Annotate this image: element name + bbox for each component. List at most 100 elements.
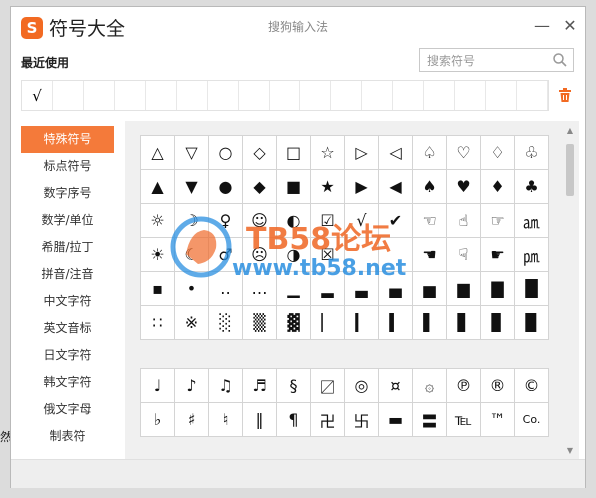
symbol-cell[interactable]: ▉ [515,306,549,340]
recent-symbol-cell[interactable] [455,81,487,110]
symbol-cell[interactable]: ♢ [481,136,515,170]
symbol-cell[interactable]: ℡ [447,403,481,437]
symbol-cell[interactable] [345,238,379,272]
symbol-cell[interactable]: ◁ [379,136,413,170]
symbol-cell[interactable]: ▁ [277,272,311,306]
symbol-cell[interactable]: ☜ [413,204,447,238]
symbol-cell[interactable]: ▷ [345,136,379,170]
symbol-cell[interactable]: ♧ [515,136,549,170]
symbol-cell[interactable]: ㏘ [515,238,549,272]
symbol-cell[interactable]: § [277,369,311,403]
symbol-cell[interactable]: ‥ [209,272,243,306]
symbol-cell[interactable]: ▇ [481,272,515,306]
close-button[interactable]: ✕ [559,15,581,37]
symbol-cell[interactable]: ◆ [243,170,277,204]
symbol-cell[interactable]: ™ [481,403,515,437]
symbol-cell[interactable]: ▂ [311,272,345,306]
symbol-cell[interactable]: ♪ [175,369,209,403]
symbol-cell[interactable]: ♯ [175,403,209,437]
sidebar-item[interactable]: 标点符号 [21,153,114,180]
recent-symbol-cell[interactable] [486,81,517,110]
symbol-cell[interactable]: ♤ [413,136,447,170]
symbol-cell[interactable]: ☹ [243,238,277,272]
symbol-cell[interactable]: ▲ [141,170,175,204]
recent-symbol-cell[interactable] [208,81,239,110]
symbol-cell[interactable]: ® [481,369,515,403]
scroll-down-icon[interactable]: ▼ [565,446,575,456]
recent-symbol-cell[interactable] [300,81,332,110]
symbol-cell[interactable]: ▬ [379,403,413,437]
symbol-cell[interactable]: ¶ [277,403,311,437]
symbol-cell[interactable]: ░ [209,306,243,340]
symbol-cell[interactable]: ▌ [413,306,447,340]
symbol-cell[interactable]: ◎ [345,369,379,403]
symbol-cell[interactable]: ☑ [311,204,345,238]
symbol-cell[interactable]: 〼 [311,369,345,403]
sidebar-item[interactable]: 中文字符 [21,288,114,315]
recent-symbol-cell[interactable] [362,81,394,110]
recent-symbol-cell[interactable] [84,81,115,110]
symbol-cell[interactable]: ▼ [175,170,209,204]
symbol-cell[interactable]: ☟ [447,238,481,272]
symbol-cell[interactable]: ♥ [447,170,481,204]
symbol-cell[interactable]: ♡ [447,136,481,170]
sidebar-item[interactable]: 拼音/注音 [21,261,114,288]
symbol-cell[interactable]: ☆ [311,136,345,170]
symbol-cell[interactable]: ▄ [379,272,413,306]
sidebar-item[interactable]: 日文字符 [21,342,114,369]
recent-symbol-cell[interactable] [177,81,208,110]
recent-symbol-cell[interactable] [270,81,301,110]
recent-symbol-cell[interactable] [239,81,270,110]
recent-symbol-cell[interactable]: √ [22,81,53,110]
recent-symbol-cell[interactable] [393,81,425,110]
symbol-cell[interactable]: ○ [209,136,243,170]
symbol-cell[interactable]: √ [345,204,379,238]
sidebar-item[interactable]: 英文音标 [21,315,114,342]
recent-symbol-cell[interactable] [517,81,548,110]
symbol-cell[interactable]: ▏ [311,306,345,340]
symbol-cell[interactable]: ● [209,170,243,204]
symbol-cell[interactable]: ※ [175,306,209,340]
symbol-cell[interactable]: ★ [311,170,345,204]
symbol-cell[interactable]: ▶ [345,170,379,204]
symbol-cell[interactable]: ¤ [379,369,413,403]
symbol-cell[interactable]: ♩ [141,369,175,403]
symbol-cell[interactable]: ☼ [141,204,175,238]
symbol-cell[interactable]: ▪ [141,272,175,306]
symbol-cell[interactable]: ☚ [413,238,447,272]
symbol-cell[interactable]: ☾ [175,238,209,272]
symbol-cell[interactable]: ☝ [447,204,481,238]
symbol-cell[interactable]: 卍 [311,403,345,437]
symbol-cell[interactable]: ▒ [243,306,277,340]
recent-symbol-cell[interactable] [115,81,146,110]
symbol-cell[interactable]: ♬ [243,369,277,403]
symbol-cell[interactable]: ▃ [345,272,379,306]
symbol-cell[interactable]: ▅ [413,272,447,306]
symbol-cell[interactable]: ◇ [243,136,277,170]
symbol-cell[interactable]: ♭ [141,403,175,437]
symbol-cell[interactable]: ∷ [141,306,175,340]
symbol-cell[interactable]: ☽ [175,204,209,238]
symbol-cell[interactable]: ♣ [515,170,549,204]
symbol-cell[interactable]: ♦ [481,170,515,204]
symbol-cell[interactable]: ℗ [447,369,481,403]
symbol-cell[interactable]: ♂ [209,238,243,272]
vertical-scrollbar[interactable]: ▲ ▼ [563,126,577,456]
recent-symbol-cell[interactable] [146,81,177,110]
symbol-cell[interactable]: ‖ [243,403,277,437]
symbol-cell[interactable]: ■ [277,170,311,204]
symbol-cell[interactable]: ▆ [447,272,481,306]
sidebar-item[interactable]: 韩文字符 [21,369,114,396]
recent-symbol-cell[interactable] [53,81,84,110]
symbol-cell[interactable]: ✔ [379,204,413,238]
sidebar-item[interactable]: 制表符 [21,423,114,450]
scroll-thumb[interactable] [566,144,574,196]
symbol-cell[interactable]: ▓ [277,306,311,340]
symbol-cell[interactable]: ۞ [413,369,447,403]
symbol-cell[interactable]: █ [515,272,549,306]
symbol-cell[interactable]: ♀ [209,204,243,238]
symbol-cell[interactable]: ㏂ [515,204,549,238]
symbol-cell[interactable]: ▍ [379,306,413,340]
sidebar-item[interactable]: 特殊符号 [21,126,114,153]
search-icon[interactable] [552,52,568,68]
